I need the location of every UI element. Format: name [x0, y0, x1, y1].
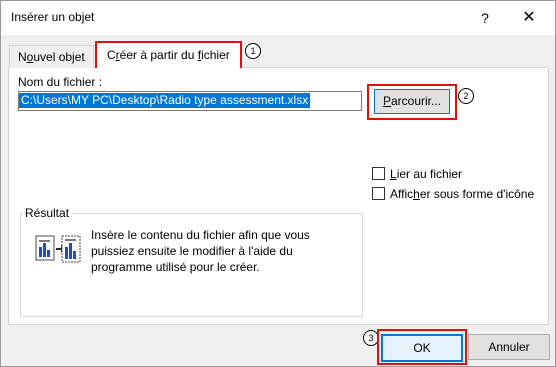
title-bar: Insérer un objet ? ✕ [1, 1, 555, 35]
result-title: Résultat [23, 206, 72, 220]
link-to-file-label[interactable]: Lier au fichier [390, 167, 462, 181]
tab-create-from-file[interactable]: Créer à partir du fichier [95, 41, 242, 69]
step-marker-2: 2 [458, 88, 474, 104]
close-button[interactable]: ✕ [517, 7, 541, 29]
filename-label: Nom du fichier : [18, 75, 103, 89]
insert-object-dialog: Insérer un objet ? ✕ Nouvel objet Créer … [0, 0, 556, 367]
browse-button[interactable]: Parcourir... [374, 89, 450, 114]
filename-value: C:\Users\MY PC\Desktop\Radio type assess… [19, 93, 311, 108]
display-as-icon-label[interactable]: Afficher sous forme d'icône [390, 187, 534, 201]
link-to-file-checkbox[interactable] [372, 167, 385, 180]
result-description: Insère le contenu du fichier afin que vo… [91, 228, 310, 274]
insert-file-icon [35, 233, 81, 265]
help-button[interactable]: ? [473, 7, 497, 29]
dialog-title: Insérer un objet [11, 10, 95, 24]
ok-button[interactable]: OK [381, 334, 463, 362]
tab-new-object[interactable]: Nouvel objet [9, 45, 94, 68]
filename-input[interactable]: C:\Users\MY PC\Desktop\Radio type assess… [18, 91, 362, 111]
display-as-icon-checkbox[interactable] [372, 187, 385, 200]
cancel-button[interactable]: Annuler [468, 334, 550, 360]
step-marker-1: 1 [245, 43, 261, 59]
